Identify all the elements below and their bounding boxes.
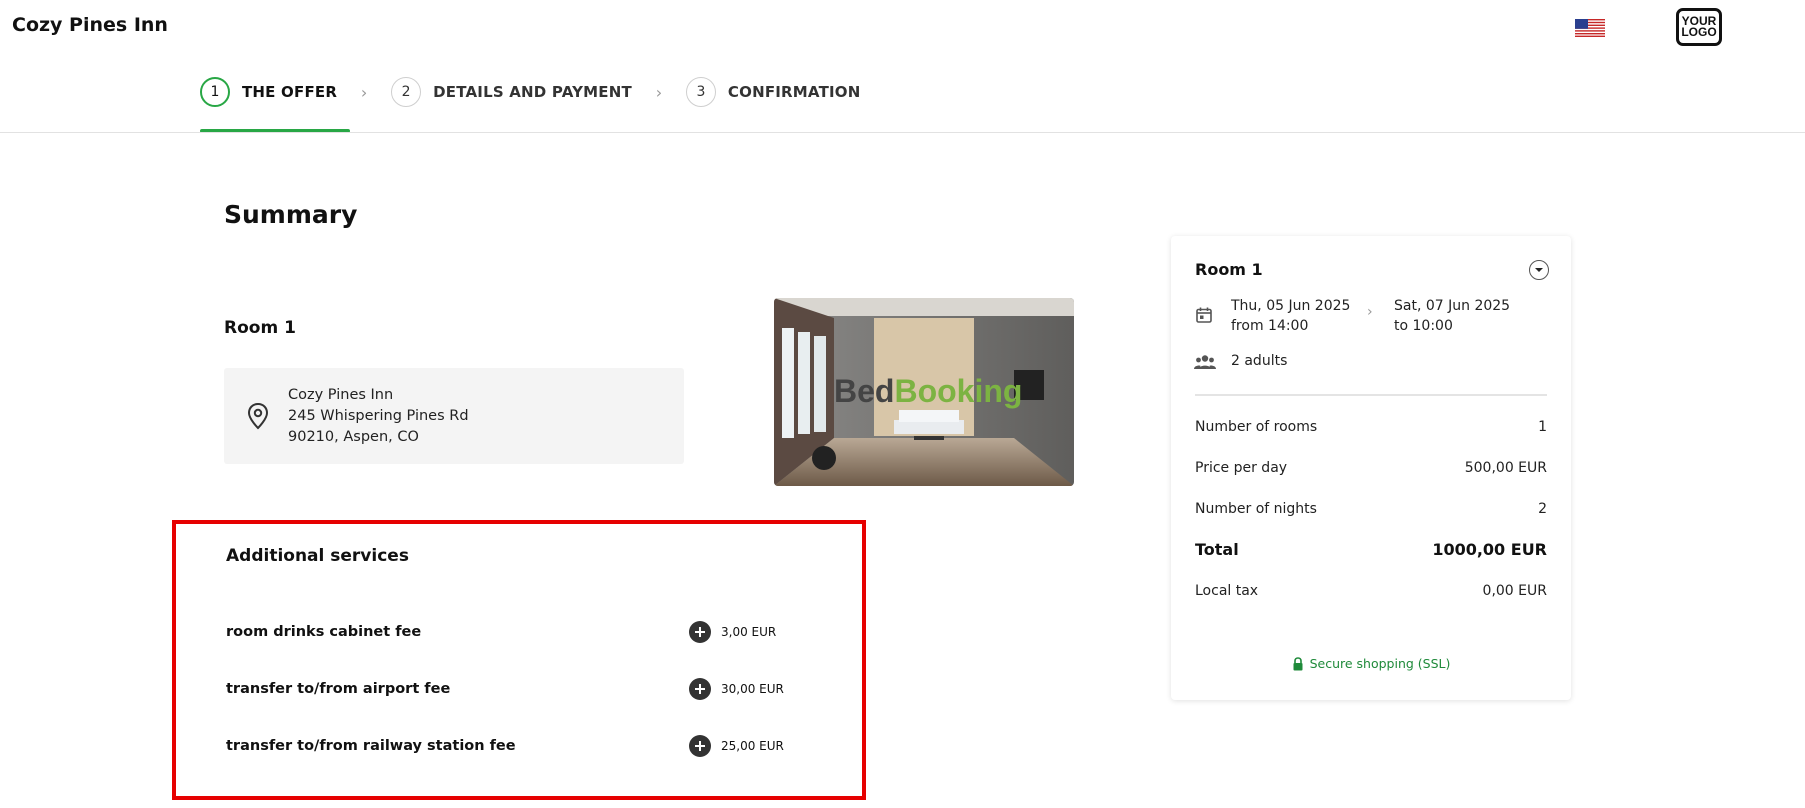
step-label: DETAILS AND PAYMENT <box>433 83 632 101</box>
logo-text: YOUR LOGO <box>1681 14 1717 39</box>
service-price: 30,00 EUR <box>721 682 784 696</box>
service-price: 3,00 EUR <box>721 625 777 639</box>
row-value: 500,00 EUR <box>1464 460 1547 476</box>
service-name: room drinks cabinet fee <box>226 624 422 640</box>
checkout-info: Sat, 07 Jun 2025 to 10:00 <box>1394 296 1510 336</box>
address-city: 90210, Aspen, CO <box>288 429 419 445</box>
service-price: 25,00 EUR <box>721 739 784 753</box>
people-icon <box>1194 354 1216 370</box>
chevron-right-icon: › <box>1367 304 1373 320</box>
guests-count: 2 adults <box>1231 353 1288 369</box>
lock-icon <box>1293 656 1303 670</box>
checkout-date: Sat, 07 Jun 2025 <box>1394 298 1511 314</box>
local-tax-value: 0,00 EUR <box>1482 583 1547 599</box>
step-label: CONFIRMATION <box>727 83 861 101</box>
address-name: Cozy Pines Inn <box>288 387 394 403</box>
address-card: Cozy Pines Inn 245 Whispering Pines Rd 9… <box>224 368 684 464</box>
booking-stepper: 1 THE OFFER › 2 DETAILS AND PAYMENT › 3 … <box>200 77 861 132</box>
header-divider <box>0 132 1805 133</box>
local-tax-label: Local tax <box>1195 583 1259 599</box>
checkin-time: from 14:00 <box>1231 318 1309 334</box>
calendar-icon <box>1195 306 1213 324</box>
plus-icon <box>695 627 705 637</box>
service-row: room drinks cabinet fee 3,00 EUR <box>226 619 826 645</box>
add-service-button[interactable] <box>689 735 711 757</box>
service-name: transfer to/from airport fee <box>226 681 451 697</box>
watermark-bed: Bed <box>834 373 894 409</box>
watermark-booking: Booking <box>894 373 1022 409</box>
hotel-name: Cozy Pines Inn <box>12 14 168 36</box>
row-label: Number of rooms <box>1195 419 1318 435</box>
total-value: 1000,00 EUR <box>1432 540 1547 559</box>
caret-down-icon <box>1535 268 1543 272</box>
chevron-right-icon: › <box>655 82 663 102</box>
location-pin-icon <box>246 402 270 430</box>
card-divider <box>1195 394 1547 396</box>
summary-row: Number of nights 2 <box>1195 501 1547 517</box>
page-title: Summary <box>224 200 358 229</box>
secure-shopping-badge: Secure shopping (SSL) <box>1171 656 1571 671</box>
step-confirmation[interactable]: 3 CONFIRMATION <box>685 77 861 107</box>
summary-row: Number of rooms 1 <box>1195 419 1547 435</box>
address-lines: Cozy Pines Inn 245 Whispering Pines Rd 9… <box>288 385 469 448</box>
checkout-time: to 10:00 <box>1394 318 1453 334</box>
local-tax-row: Local tax 0,00 EUR <box>1195 583 1547 599</box>
checkin-info: Thu, 05 Jun 2025 from 14:00 <box>1231 296 1350 336</box>
chevron-right-icon: › <box>360 82 368 102</box>
booking-summary-card: Room 1 Thu, 05 Jun 2025 from 14:00 › Sat… <box>1171 236 1571 700</box>
brand-logo[interactable]: YOUR LOGO <box>1676 8 1722 46</box>
row-label: Number of nights <box>1195 501 1317 517</box>
room-photo[interactable]: BedBooking <box>774 298 1074 486</box>
step-number: 2 <box>391 77 422 107</box>
plus-icon <box>695 741 705 751</box>
step-label: THE OFFER <box>242 83 338 101</box>
step-number: 1 <box>200 77 230 107</box>
summary-row: Price per day 500,00 EUR <box>1195 460 1547 476</box>
add-service-button[interactable] <box>689 621 711 643</box>
service-row: transfer to/from airport fee 30,00 EUR <box>226 676 826 702</box>
checkin-date: Thu, 05 Jun 2025 <box>1231 298 1351 314</box>
row-value: 2 <box>1538 501 1547 517</box>
additional-services-title: Additional services <box>226 546 409 566</box>
total-row: Total 1000,00 EUR <box>1195 540 1547 559</box>
room-title: Room 1 <box>224 318 296 338</box>
svg-text:BedBooking: BedBooking <box>834 373 1022 409</box>
ssl-text: Secure shopping (SSL) <box>1309 656 1451 671</box>
card-room-title: Room 1 <box>1195 260 1263 279</box>
additional-services-section: Additional services room drinks cabinet … <box>172 520 866 800</box>
row-label: Price per day <box>1195 460 1288 476</box>
step-the-offer[interactable]: 1 THE OFFER <box>200 77 337 107</box>
service-name: transfer to/from railway station fee <box>226 738 516 754</box>
plus-icon <box>695 684 705 694</box>
collapse-toggle-button[interactable] <box>1529 260 1549 280</box>
total-label: Total <box>1195 540 1239 559</box>
step-details-and-payment[interactable]: 2 DETAILS AND PAYMENT <box>391 77 632 107</box>
us-flag-icon[interactable] <box>1575 19 1605 37</box>
step-number: 3 <box>685 77 716 107</box>
address-street: 245 Whispering Pines Rd <box>288 408 469 424</box>
service-row: transfer to/from railway station fee 25,… <box>226 733 826 759</box>
add-service-button[interactable] <box>689 678 711 700</box>
row-value: 1 <box>1538 419 1547 435</box>
